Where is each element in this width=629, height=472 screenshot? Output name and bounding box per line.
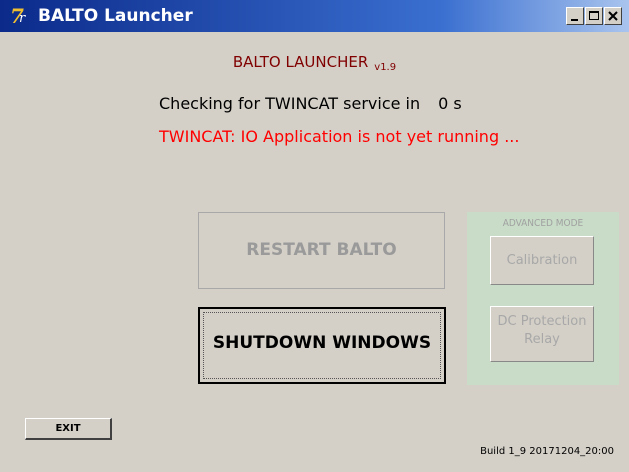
shutdown-windows-label: SHUTDOWN WINDOWS	[212, 333, 432, 353]
countdown-value: 0 s	[438, 94, 462, 113]
exit-button[interactable]: EXIT	[25, 418, 112, 440]
svg-text:r: r	[19, 11, 26, 26]
minimize-button[interactable]	[566, 7, 584, 25]
balto-logo-icon: 7 r	[10, 5, 26, 27]
error-message: TWINCAT: IO Application is not yet runni…	[159, 127, 520, 146]
status-label: Checking for TWINCAT service in	[159, 94, 421, 113]
calibration-button[interactable]: Calibration	[490, 236, 594, 285]
maximize-icon	[589, 11, 599, 20]
build-info: Build 1_9 20171204_20:00	[480, 446, 614, 457]
shutdown-windows-button[interactable]: SHUTDOWN WINDOWS	[198, 307, 446, 384]
dc-protection-label-line2: Relay	[524, 332, 560, 347]
maximize-button[interactable]	[585, 7, 603, 25]
close-button[interactable]	[604, 7, 622, 25]
version-label: v1.9	[374, 62, 397, 73]
minimize-icon	[571, 19, 578, 21]
dc-protection-label-line1: DC Protection	[497, 314, 587, 329]
app-heading: BALTO LAUNCHER v1.9	[0, 53, 629, 73]
restart-balto-label: RESTART BALTO	[246, 240, 397, 260]
window-title: BALTO Launcher	[38, 6, 193, 26]
advanced-mode-title: ADVANCED MODE	[502, 218, 584, 229]
dc-protection-relay-button[interactable]: DC Protection Relay	[490, 306, 594, 362]
app-name: BALTO LAUNCHER	[232, 53, 369, 71]
advanced-mode-panel: ADVANCED MODE Calibration DC Protection …	[467, 212, 619, 385]
calibration-label: Calibration	[506, 253, 578, 268]
close-icon	[608, 11, 618, 21]
restart-balto-button[interactable]: RESTART BALTO	[198, 212, 445, 289]
title-bar[interactable]: 7 r BALTO Launcher	[0, 0, 629, 32]
status-line: Checking for TWINCAT service in 0 s	[159, 94, 462, 113]
exit-label: EXIT	[55, 423, 81, 434]
